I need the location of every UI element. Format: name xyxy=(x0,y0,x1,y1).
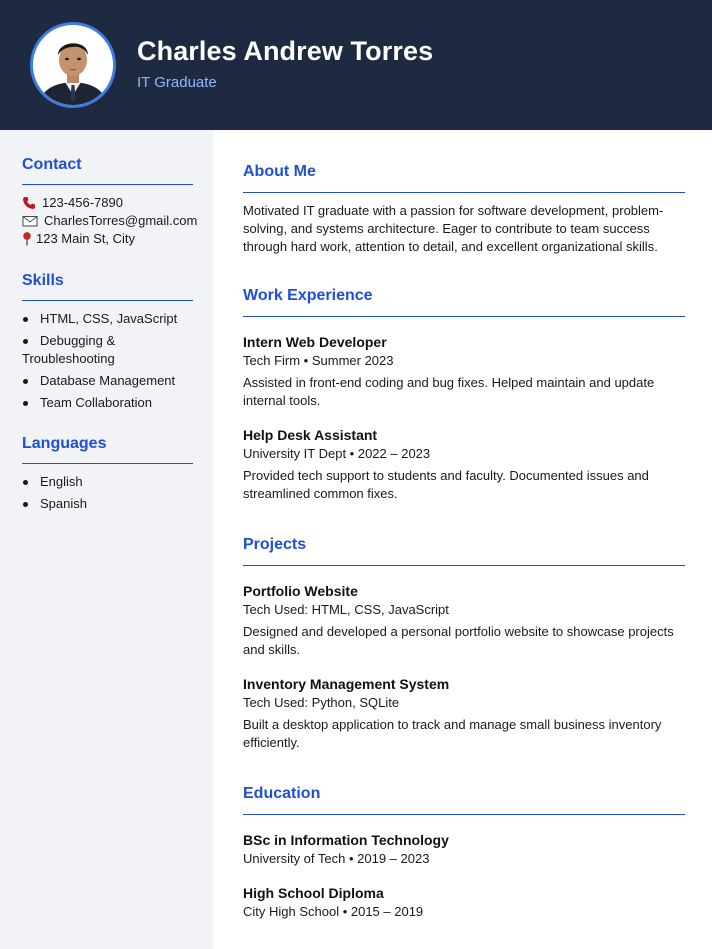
job-description: Provided tech support to students and fa… xyxy=(243,468,649,501)
about-text: Motivated IT graduate with a passion for… xyxy=(243,203,664,254)
email-icon xyxy=(22,214,38,228)
contact-section: Contact 123-456-7890 CharlesTorres@gmail… xyxy=(22,153,197,248)
project-item: Portfolio Website Tech Used: HTML, CSS, … xyxy=(243,581,685,659)
experience-heading: Work Experience xyxy=(243,287,373,304)
location-pin-icon xyxy=(22,232,32,246)
degree-title: BSc in Information Technology xyxy=(243,832,449,848)
skills-list: HTML, CSS, JavaScript Debugging & Troubl… xyxy=(22,310,193,412)
skills-heading: Skills xyxy=(22,272,64,289)
experience-section: Work Experience Intern Web Developer Tec… xyxy=(243,284,685,503)
list-item: Spanish xyxy=(22,495,193,513)
list-item: Team Collaboration xyxy=(22,394,193,412)
education-section: Education BSc in Information Technology … xyxy=(243,782,685,921)
about-heading: About Me xyxy=(243,163,316,180)
candidate-role: IT Graduate xyxy=(137,74,217,91)
candidate-name: Charles Andrew Torres xyxy=(137,36,434,66)
education-item: BSc in Information Technology University… xyxy=(243,830,685,868)
contact-phone: 123-456-7890 xyxy=(22,194,193,212)
project-tech: Tech Used: HTML, CSS, JavaScript xyxy=(243,602,449,617)
languages-section: Languages English Spanish xyxy=(22,432,193,517)
job-title: Help Desk Assistant xyxy=(243,427,378,443)
experience-item: Help Desk Assistant University IT Dept •… xyxy=(243,425,685,503)
bullet-icon xyxy=(23,401,28,406)
phone-icon xyxy=(22,196,36,210)
job-meta: University IT Dept • 2022 – 2023 xyxy=(243,446,431,461)
address-text: 123 Main St, City xyxy=(36,231,135,246)
bullet-icon xyxy=(23,480,28,485)
degree-meta: City High School • 2015 – 2019 xyxy=(243,904,424,919)
languages-heading: Languages xyxy=(22,435,107,452)
project-description: Built a desktop application to track and… xyxy=(243,717,662,750)
job-description: Assisted in front-end coding and bug fix… xyxy=(243,375,655,408)
project-description: Designed and developed a personal portfo… xyxy=(243,624,674,657)
email-text: CharlesTorres@gmail.com xyxy=(44,213,198,228)
degree-meta: University of Tech • 2019 – 2023 xyxy=(243,851,430,866)
contact-address: 123 Main St, City xyxy=(22,230,193,248)
bullet-icon xyxy=(23,317,28,322)
list-item: HTML, CSS, JavaScript xyxy=(22,310,193,328)
list-item: Database Management xyxy=(22,372,193,390)
list-item: English xyxy=(22,473,193,491)
projects-section: Projects Portfolio Website Tech Used: HT… xyxy=(243,533,685,752)
project-title: Portfolio Website xyxy=(243,583,358,599)
project-tech: Tech Used: Python, SQLite xyxy=(243,695,400,710)
education-item: High School Diploma City High School • 2… xyxy=(243,883,685,921)
bullet-icon xyxy=(23,339,28,344)
contact-email: CharlesTorres@gmail.com xyxy=(22,212,197,230)
resume-header: Charles Andrew Torres IT Graduate xyxy=(0,0,712,130)
list-item: Debugging & Troubleshooting xyxy=(22,333,116,366)
skills-section: Skills HTML, CSS, JavaScript Debugging &… xyxy=(22,269,193,416)
degree-title: High School Diploma xyxy=(243,885,384,901)
languages-list: English Spanish xyxy=(22,473,193,513)
bullet-icon xyxy=(23,502,28,507)
profile-photo xyxy=(30,22,116,108)
experience-item: Intern Web Developer Tech Firm • Summer … xyxy=(243,332,685,410)
about-section: About Me Motivated IT graduate with a pa… xyxy=(243,160,685,256)
project-item: Inventory Management System Tech Used: P… xyxy=(243,674,685,752)
phone-text: 123-456-7890 xyxy=(42,195,123,210)
project-title: Inventory Management System xyxy=(243,676,450,692)
job-meta: Tech Firm • Summer 2023 xyxy=(243,353,394,368)
education-heading: Education xyxy=(243,785,321,802)
projects-heading: Projects xyxy=(243,536,307,553)
sidebar: Contact 123-456-7890 CharlesTorres@gmail… xyxy=(0,130,213,949)
bullet-icon xyxy=(23,379,28,384)
job-title: Intern Web Developer xyxy=(243,334,387,350)
contact-heading: Contact xyxy=(22,156,82,173)
